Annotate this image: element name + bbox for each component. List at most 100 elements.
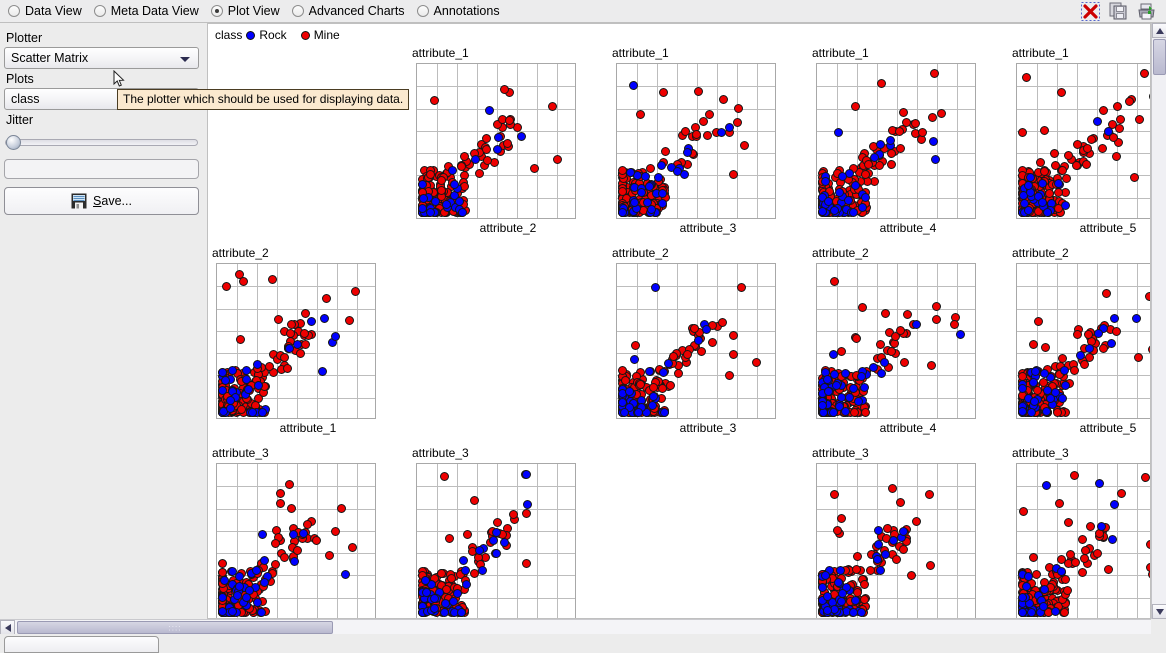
radio-icon[interactable] [8, 5, 20, 17]
scatter-point [823, 386, 833, 396]
plot-area[interactable] [1016, 263, 1150, 419]
scatter-point [1080, 545, 1090, 555]
scatter-point [693, 87, 703, 97]
save-copy-icon[interactable] [1109, 2, 1128, 21]
gridline-horizontal [617, 353, 775, 354]
plot-area[interactable] [416, 463, 576, 618]
jitter-slider-track[interactable] [5, 139, 198, 146]
scatter-point [674, 369, 684, 379]
plotter-select[interactable]: Scatter Matrix [4, 47, 199, 69]
horizontal-scroll-thumb[interactable]: :::: [17, 621, 333, 634]
horizontal-scrollbar[interactable]: :::: [0, 619, 1151, 635]
plot-area[interactable] [216, 263, 376, 419]
scatter-point [1098, 343, 1108, 353]
scatter-cell-attribute_1-vs-attribute_4[interactable]: attribute_1 attribute_4 [808, 46, 1008, 246]
plot-area[interactable] [616, 63, 776, 219]
plot-area[interactable] [1016, 463, 1150, 618]
scatter-cell-attribute_1-vs-attribute_5[interactable]: attribute_1 attribute_5 [1008, 46, 1150, 246]
scatter-point [906, 570, 916, 580]
jitter-label: Jitter [6, 113, 34, 127]
plot-area[interactable] [416, 63, 576, 219]
scroll-down-button[interactable] [1152, 604, 1166, 619]
plot-area[interactable] [616, 263, 776, 419]
scatter-point [1040, 584, 1050, 594]
save-button[interactable]: Save... [4, 187, 199, 215]
scatter-point [880, 550, 890, 560]
scatter-point [1057, 566, 1067, 576]
vertical-scrollbar[interactable] [1151, 23, 1166, 619]
gridline-vertical [717, 64, 718, 218]
scatter-point [1040, 166, 1050, 176]
scatter-point [1087, 135, 1097, 145]
scatter-cell-attribute_3-vs-attribute_5[interactable]: attribute_3attribute_5 [1008, 446, 1150, 618]
scatter-point [1080, 359, 1090, 369]
gridline-vertical [517, 64, 518, 218]
scatter-point [1031, 569, 1041, 579]
gridline-vertical [957, 464, 958, 618]
scatter-cell-attribute_2-vs-attribute_3[interactable]: attribute_2 attribute_3 [608, 246, 808, 446]
scatter-point [470, 495, 480, 505]
scatter-point [222, 281, 232, 291]
scatter-cell-attribute_3-vs-attribute_4[interactable]: attribute_3attribute_4 [808, 446, 1008, 618]
scatter-point [444, 533, 454, 543]
plot-area[interactable] [816, 463, 976, 618]
scatter-point [1057, 394, 1067, 404]
tab-meta-data-view[interactable]: Meta Data View [93, 4, 199, 18]
gridline-vertical [557, 64, 558, 218]
radio-icon[interactable] [210, 5, 223, 17]
scatter-point [1034, 317, 1044, 327]
tab-annotations[interactable]: Annotations [416, 4, 500, 18]
gridline-vertical [1137, 464, 1138, 618]
scatter-point [646, 204, 656, 214]
scatter-point [728, 169, 738, 179]
close-red-x-icon[interactable] [1081, 1, 1100, 21]
radio-icon[interactable] [291, 5, 304, 17]
scatter-point [1062, 585, 1072, 595]
scatter-point [1107, 535, 1117, 545]
radio-icon[interactable] [93, 5, 106, 17]
scatter-cell-attribute_3-vs-attribute_1[interactable]: attribute_3attribute_1 [208, 446, 408, 618]
legend-dot-rock [246, 30, 256, 40]
scroll-left-button[interactable] [0, 620, 15, 635]
print-export-icon[interactable] [1137, 2, 1156, 21]
scatter-point [848, 608, 858, 618]
scatter-point [522, 500, 532, 510]
scatter-point [1030, 396, 1040, 406]
plot-area[interactable] [816, 263, 976, 419]
scatter-point [429, 95, 439, 105]
scatter-cell-attribute_3-vs-attribute_2[interactable]: attribute_3attribute_2 [408, 446, 608, 618]
tab-stub[interactable] [4, 636, 159, 653]
scatter-point [1075, 350, 1085, 360]
scatter-point [1050, 606, 1060, 616]
filter-input[interactable] [4, 159, 199, 179]
y-axis-label: attribute_1 [612, 46, 669, 60]
tab-data-view[interactable]: Data View [8, 4, 82, 18]
vertical-scroll-thumb[interactable] [1153, 39, 1166, 75]
scatter-point [682, 349, 692, 359]
scatter-point [292, 339, 302, 349]
legend-label-mine: Mine [313, 28, 340, 42]
scatter-cell-attribute_1-vs-attribute_2[interactable]: attribute_1 attribute_2 [408, 46, 608, 246]
plot-area[interactable] [1016, 63, 1150, 219]
scatter-point [874, 525, 884, 535]
scatter-point [817, 582, 827, 592]
plot-area[interactable] [816, 63, 976, 219]
scatter-cell-attribute_2-vs-attribute_5[interactable]: attribute_2 attribute_5 [1008, 246, 1150, 446]
scatter-cell-attribute_1-vs-attribute_3[interactable]: attribute_1 attribute_3 [608, 46, 808, 246]
jitter-slider-knob[interactable] [6, 135, 21, 150]
scatter-point [829, 205, 839, 215]
scroll-up-button[interactable] [1152, 23, 1166, 38]
scatter-point [657, 384, 667, 394]
scatter-point [275, 488, 285, 498]
plot-area[interactable] [216, 463, 376, 618]
radio-icon[interactable] [416, 5, 429, 17]
tab-advanced-charts[interactable]: Advanced Charts [291, 4, 405, 18]
tab-plot-view[interactable]: Plot View [210, 4, 280, 18]
scatter-point [1039, 126, 1049, 136]
scatter-point [1070, 470, 1080, 480]
gridline-vertical [957, 64, 958, 218]
scatter-cell-attribute_2-vs-attribute_1[interactable]: attribute_2 attribute_1 [208, 246, 408, 446]
scatter-cell-attribute_2-vs-attribute_4[interactable]: attribute_2 attribute_4 [808, 246, 1008, 446]
scatter-point [896, 498, 906, 508]
jitter-slider[interactable] [4, 133, 199, 151]
